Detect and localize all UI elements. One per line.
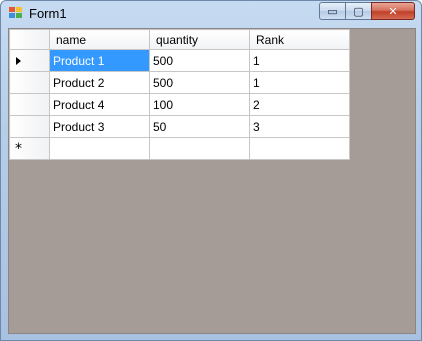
- data-grid-view[interactable]: name quantity Rank Product 1 500 1 Produ…: [9, 29, 350, 160]
- cell-name[interactable]: Product 2: [49, 71, 150, 94]
- cell-name[interactable]: Product 3: [49, 115, 150, 138]
- new-row-header[interactable]: *: [9, 137, 50, 160]
- column-header-rank[interactable]: Rank: [249, 29, 350, 50]
- top-left-header-cell[interactable]: [9, 29, 50, 50]
- form-window: Form1 ▭ ▢ ✕ name quantity Rank Product 1…: [0, 0, 422, 341]
- cell-quantity[interactable]: 50: [149, 115, 250, 138]
- cell-name[interactable]: Product 1: [49, 49, 150, 72]
- cell-quantity[interactable]: 100: [149, 93, 250, 116]
- minimize-icon: ▭: [327, 4, 338, 18]
- minimize-button[interactable]: ▭: [319, 2, 345, 20]
- cell-quantity[interactable]: 500: [149, 49, 250, 72]
- form-client-area: name quantity Rank Product 1 500 1 Produ…: [8, 28, 416, 334]
- cell-name[interactable]: Product 4: [49, 93, 150, 116]
- title-bar[interactable]: Form1 ▭ ▢ ✕: [1, 1, 421, 25]
- row-header[interactable]: [9, 49, 50, 72]
- window-title: Form1: [29, 6, 67, 21]
- column-header-row: name quantity Rank: [9, 29, 350, 50]
- cell-rank[interactable]: 1: [249, 49, 350, 72]
- cell-rank[interactable]: 3: [249, 115, 350, 138]
- table-row: Product 4 100 2: [9, 93, 350, 116]
- row-header[interactable]: [9, 115, 50, 138]
- close-button[interactable]: ✕: [371, 2, 415, 20]
- new-cell-quantity[interactable]: [149, 137, 250, 160]
- table-row: Product 2 500 1: [9, 71, 350, 94]
- row-header[interactable]: [9, 71, 50, 94]
- new-row-asterisk-icon: *: [15, 140, 22, 157]
- cell-quantity[interactable]: 500: [149, 71, 250, 94]
- current-row-arrow-icon: [16, 56, 21, 65]
- new-cell-rank[interactable]: [249, 137, 350, 160]
- row-header[interactable]: [9, 93, 50, 116]
- cell-rank[interactable]: 1: [249, 71, 350, 94]
- caption-buttons: ▭ ▢ ✕: [319, 2, 415, 20]
- table-row: Product 1 500 1: [9, 49, 350, 72]
- cell-rank[interactable]: 2: [249, 93, 350, 116]
- maximize-icon: ▢: [353, 4, 364, 18]
- column-header-name[interactable]: name: [49, 29, 150, 50]
- new-row: *: [9, 137, 350, 160]
- maximize-button[interactable]: ▢: [345, 2, 371, 20]
- form-app-icon: [9, 7, 23, 19]
- table-row: Product 3 50 3: [9, 115, 350, 138]
- new-cell-name[interactable]: [49, 137, 150, 160]
- column-header-quantity[interactable]: quantity: [149, 29, 250, 50]
- close-icon: ✕: [388, 4, 398, 18]
